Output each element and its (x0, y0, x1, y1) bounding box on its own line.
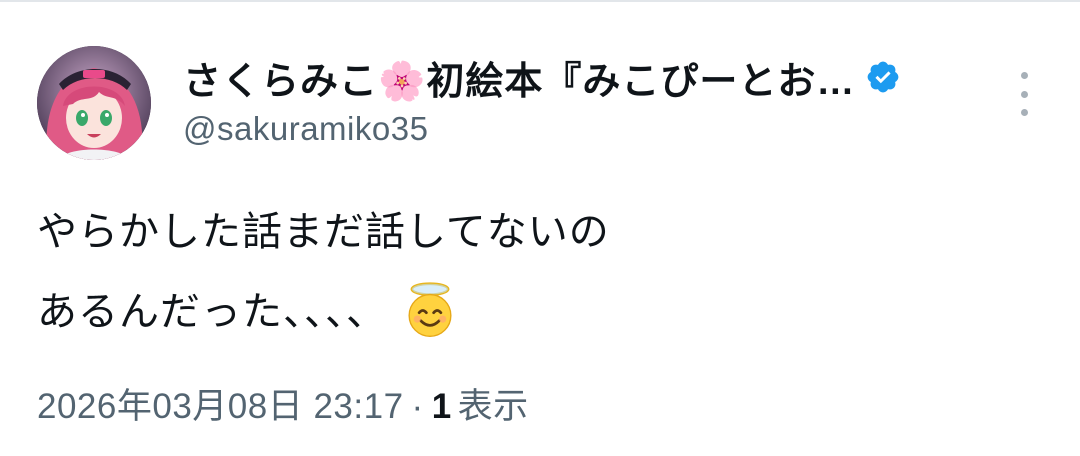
verified-badge-icon (867, 61, 899, 93)
tweet-text-line-2: あるんだった、、、、 (37, 272, 1037, 352)
timestamp[interactable]: 2026年03月08日 23:17 (37, 387, 404, 426)
tweet-header: さくらみこ🌸初絵本『みこぴーとお… @sakuramiko35 (183, 52, 943, 148)
user-handle[interactable]: @sakuramiko35 (183, 110, 943, 148)
avatar[interactable] (37, 46, 151, 160)
more-dot (1020, 90, 1028, 98)
display-name[interactable]: さくらみこ🌸初絵本『みこぴーとお… (183, 50, 855, 105)
more-options-icon[interactable] (1012, 72, 1036, 116)
more-dot (1020, 109, 1028, 116)
tweet-card: さくらみこ🌸初絵本『みこぴーとお… @sakuramiko35 やらかした話まだ… (0, 0, 1080, 456)
views-count: 1 (431, 387, 452, 426)
tweet-meta: 2026年03月08日 23:17 · 1 表示 (37, 378, 529, 429)
more-dot (1020, 72, 1028, 79)
views-label: 表示 (457, 387, 529, 426)
name-row: さくらみこ🌸初絵本『みこぴーとお… (183, 50, 943, 105)
tweet-text: やらかした話まだ話してないの あるんだった、、、、 (37, 192, 1037, 352)
meta-separator: · (411, 387, 424, 426)
halo-smile-emoji-icon (408, 282, 452, 338)
tweet-text-line-content: あるんだった、、、、 (37, 290, 387, 334)
tweet-text-line: やらかした話まだ話してないの (37, 210, 610, 254)
